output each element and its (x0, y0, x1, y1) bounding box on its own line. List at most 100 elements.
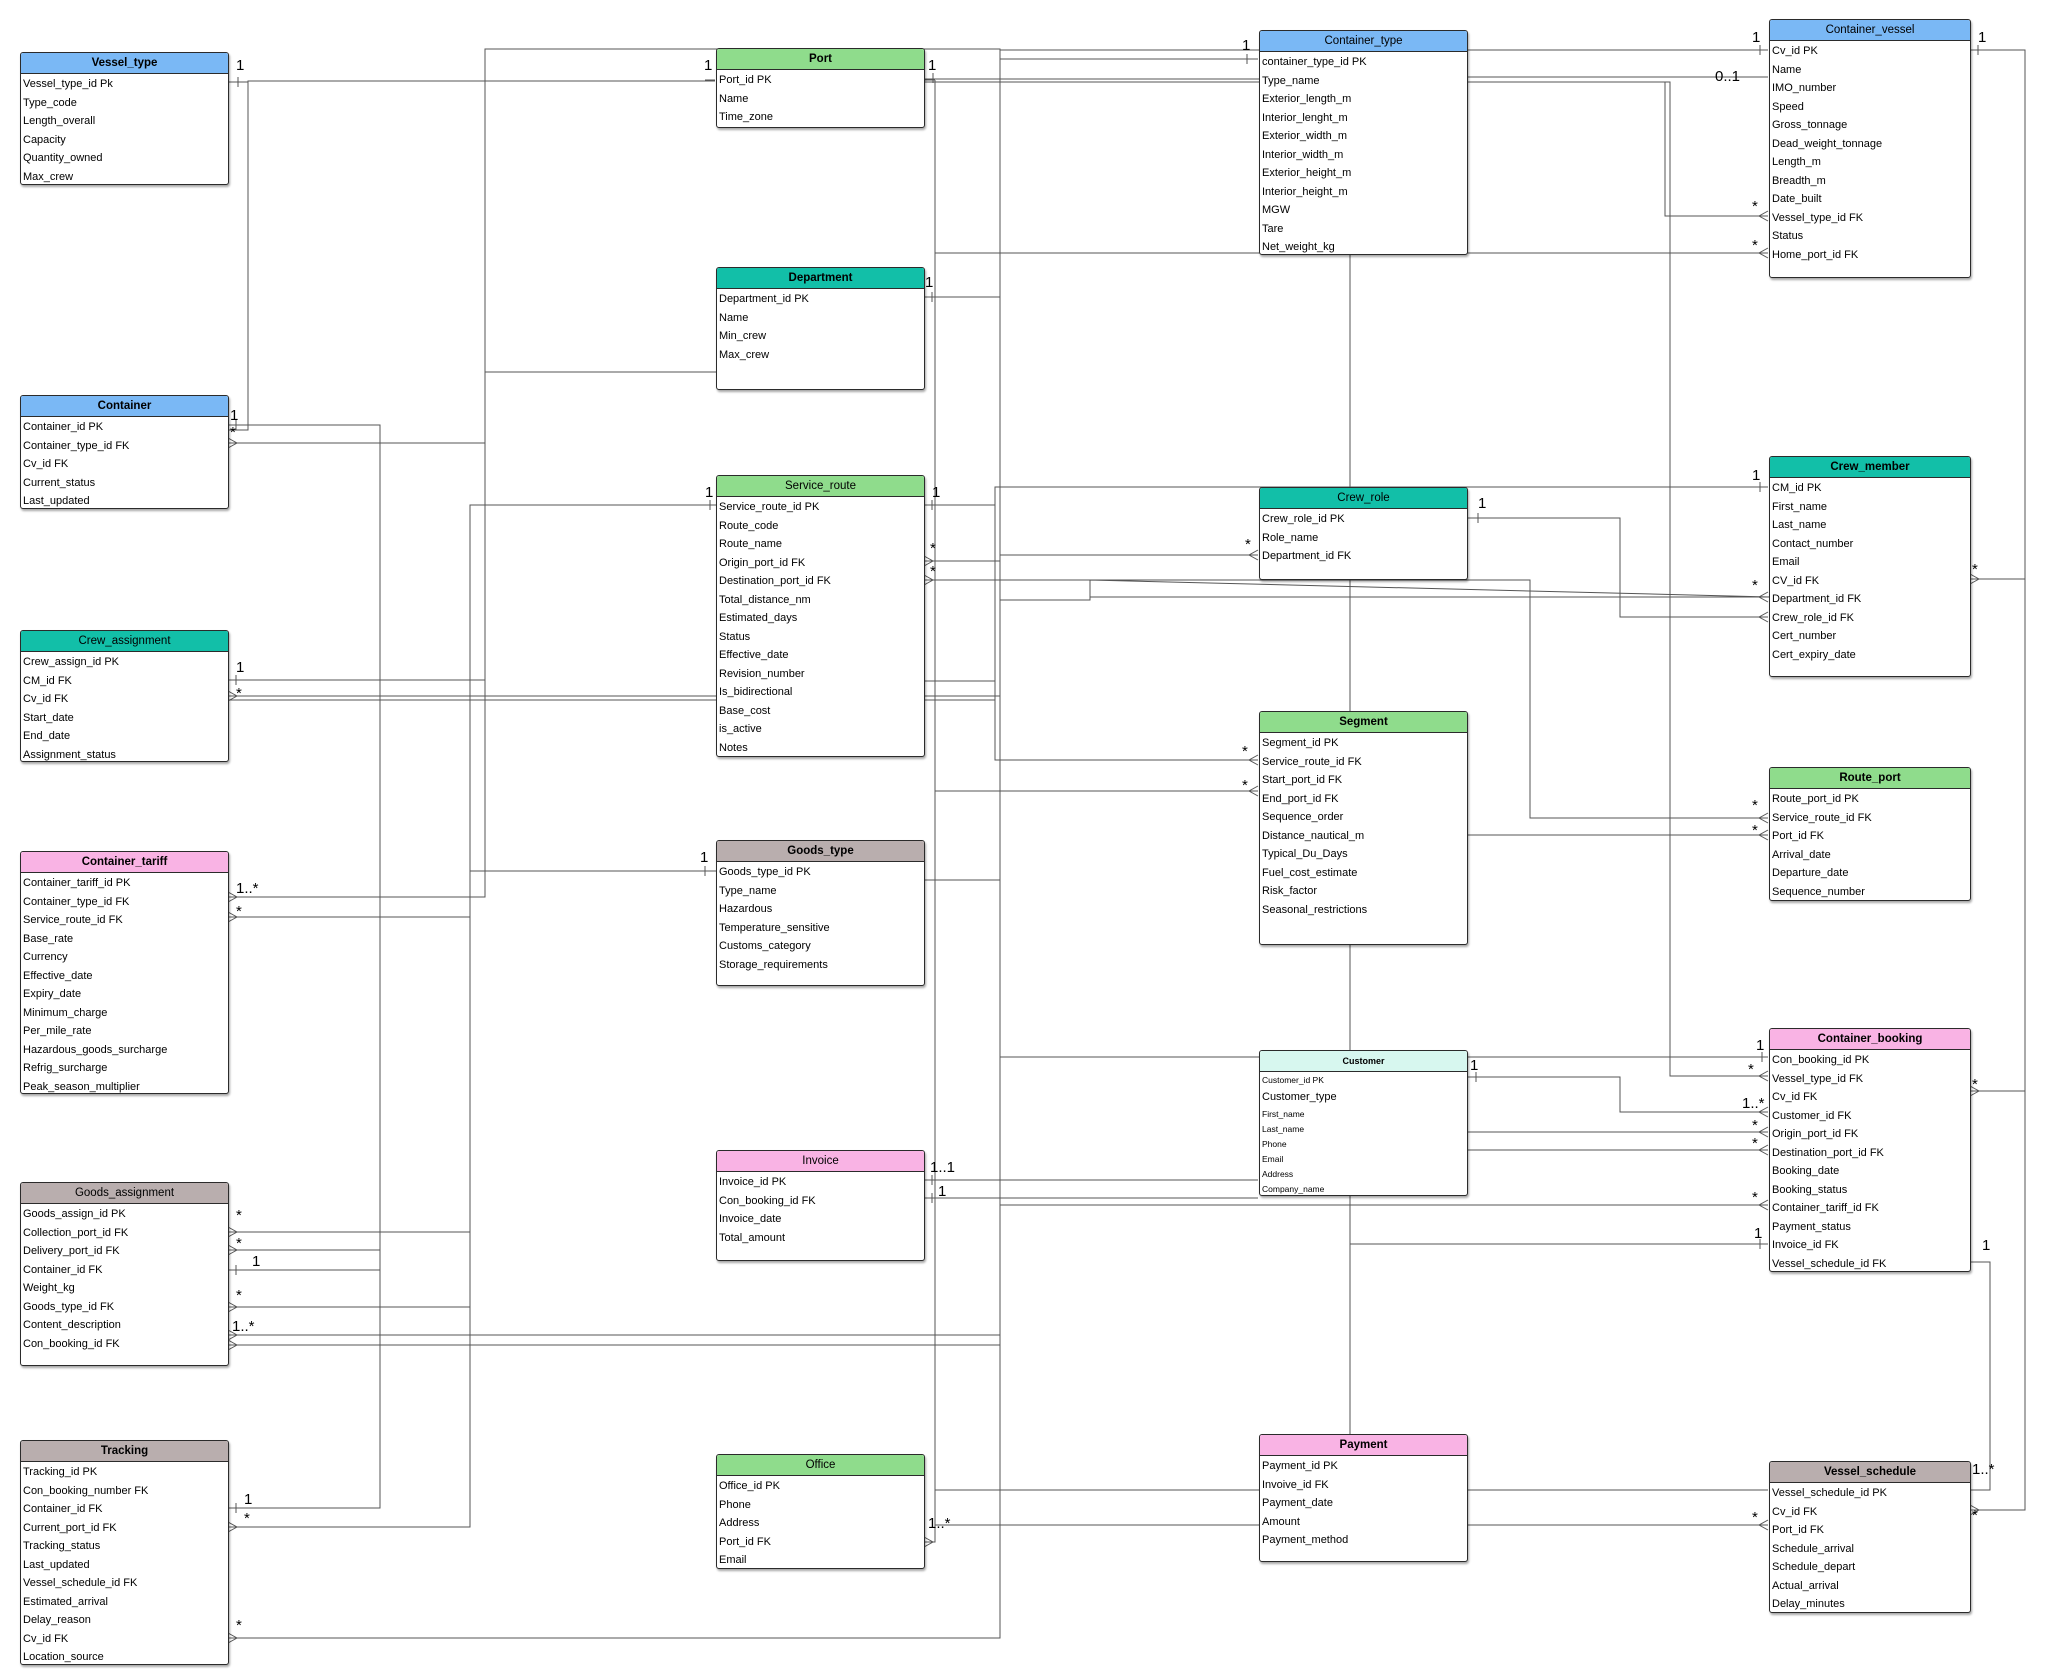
cardinality-label: 1..* (236, 880, 259, 897)
entity-title: Container_type (1260, 31, 1467, 52)
relationship-line (228, 486, 1768, 701)
entity-crew-assignment[interactable]: Crew_assignment Crew_assign_id PK CM_id FK… (20, 630, 229, 762)
entity-field: Cv_id FK (1772, 1505, 1818, 1518)
entity-field: Exterior_width_m (1262, 130, 1347, 142)
entity-vessel-type[interactable]: Vessel_type Vessel_type_id Pk Type_code Len… (20, 52, 229, 185)
entity-invoice[interactable]: Invoice Invoice_id PK Con_booking_id FK Inv… (716, 1150, 925, 1261)
entity-field: Current_port_id FK (23, 1521, 117, 1534)
entity-field: Type_name (1262, 74, 1320, 87)
entity-field: Invoice_id FK (1772, 1239, 1839, 1251)
entity-field: Crew_role_id PK (1262, 513, 1345, 525)
entity-field: First_name (1262, 1108, 1305, 1119)
entity-field: Tracking_status (23, 1540, 101, 1552)
entity-title: Tracking (21, 1441, 228, 1462)
entity-field: Net_weight_kg (1262, 241, 1335, 253)
entity-title: Container_tariff (21, 852, 228, 873)
cardinality-label: * (1752, 1135, 1758, 1152)
entity-segment[interactable]: Segment Segment_id PK Service_route_id FK S… (1259, 711, 1468, 945)
cardinality-label: 1 (938, 1183, 946, 1200)
entity-container-vessel[interactable]: Container_vessel Cv_id PK Name IMO_number Sp… (1769, 19, 1971, 278)
entity-field: Max_crew (719, 348, 770, 361)
entity-field: Currency (23, 951, 68, 963)
entity-field: Name (719, 311, 749, 324)
entity-title: Invoice (717, 1151, 924, 1172)
entity-container-booking[interactable]: Container_booking Con_booking_id PK Vessel… (1769, 1028, 1971, 1272)
entity-field: Length_m (1772, 156, 1821, 168)
entity-field: Fuel_cost_estimate (1262, 866, 1358, 879)
entity-field: Origin_port_id FK (719, 556, 806, 569)
entity-field: Date_built (1772, 193, 1822, 205)
entity-title: Container_booking (1770, 1029, 1970, 1050)
entity-field: Crew_assign_id PK (23, 656, 119, 668)
entity-field: Collection_port_id FK (23, 1226, 129, 1239)
entity-field: Arrival_date (1772, 848, 1831, 861)
entity-field: Length_overall (23, 115, 96, 127)
entity-field: Temperature_sensitive (719, 921, 830, 934)
relationship-line (228, 880, 471, 1308)
relationship-line (1466, 517, 1768, 618)
entity-tracking[interactable]: Tracking Tracking_id PK Con_booking_number… (20, 1440, 229, 1665)
cardinality-label: 1 (932, 484, 940, 501)
entity-field: Last_updated (23, 1558, 90, 1571)
cardinality-label: * (1752, 1117, 1758, 1134)
entity-title: Crew_member (1770, 457, 1970, 478)
entity-customer[interactable]: Customer Customer_id PK Customer_type First… (1259, 1050, 1468, 1196)
entity-port[interactable]: Port Port_id PK Name Time_zone (716, 48, 925, 128)
entity-crew-member[interactable]: Crew_member CM_id PK First_name Last_name Co… (1769, 456, 1971, 677)
entity-field: Total_amount (719, 1231, 786, 1244)
relationship-line (1970, 579, 2026, 1092)
entity-field: Service_route_id FK (1772, 811, 1872, 824)
entity-field: Breadth_m (1772, 174, 1826, 187)
entity-field: Phone (1262, 1138, 1287, 1149)
entity-field: Name (719, 92, 749, 105)
entity-goods-type[interactable]: Goods_type Goods_type_id PK Type_name Hazar… (716, 840, 925, 986)
relationship-line (228, 80, 715, 83)
entity-crew-role[interactable]: Crew_role Crew_role_id PK Role_name Departm… (1259, 487, 1468, 580)
cardinality-label: * (244, 1510, 250, 1527)
entity-container-type[interactable]: Container_type container_type_id PK Type_n… (1259, 30, 1468, 255)
entity-vessel-schedule[interactable]: Vessel_schedule Vessel_schedule_id PK Cv_i… (1769, 1461, 1971, 1613)
cardinality-label: * (930, 540, 936, 557)
entity-department[interactable]: Department Department_id PK Name Min_crew Ma… (716, 267, 925, 390)
entity-route-port[interactable]: Route_port Route_port_id PK Service_route_… (1769, 767, 1971, 901)
relationship-line (228, 1270, 381, 1509)
entity-field: Port_id FK (1772, 830, 1824, 842)
cardinality-label: * (1752, 577, 1758, 594)
cardinality-label: * (1748, 1061, 1754, 1078)
entity-container[interactable]: Container Container_id PK Container_type_i… (20, 395, 229, 509)
entity-field: Invoive_id FK (1262, 1478, 1329, 1491)
entity-field: Email (1262, 1153, 1284, 1164)
cardinality-label: * (1972, 1076, 1978, 1093)
entity-field: Cert_expiry_date (1772, 648, 1856, 661)
cardinality-label: * (1245, 536, 1251, 553)
entity-field: Estimated_arrival (23, 1595, 108, 1608)
cardinality-label: * (1972, 561, 1978, 578)
entity-field: Amount (1262, 1515, 1300, 1528)
cardinality-label: * (1752, 797, 1758, 814)
entity-field: Type_code (23, 96, 77, 109)
relationship-line (228, 424, 381, 1271)
cardinality-label: 1 (230, 407, 238, 424)
entity-field: Vessel_type_id FK (1772, 1072, 1864, 1085)
cardinality-label: * (1752, 1189, 1758, 1206)
entity-service-route[interactable]: Service_route Service_route_id PK Route_co… (716, 475, 925, 757)
entity-field: Typical_Du_Days (1262, 848, 1348, 860)
entity-field: Con_booking_id FK (23, 1337, 120, 1350)
entity-goods-assignment[interactable]: Goods_assignment Goods_assign_id PK Collec… (20, 1182, 229, 1366)
entity-field: Delay_minutes (1772, 1598, 1845, 1610)
entity-field: Container_id PK (23, 421, 104, 433)
entity-field: Payment_date (1262, 1497, 1333, 1509)
entity-title: Crew_role (1260, 488, 1467, 509)
entity-container-tariff[interactable]: Container_tariff Container_tariff_id PK Co… (20, 851, 229, 1094)
relationship-line (924, 504, 1258, 761)
entity-payment[interactable]: Payment Payment_id PK Invoive_id FK Payment… (1259, 1434, 1468, 1562)
entity-field: Interior_lenght_m (1262, 111, 1348, 124)
entity-title: Vessel_schedule (1770, 1462, 1970, 1483)
entity-field: Time_zone (719, 111, 774, 123)
entity-field: Schedule_depart (1772, 1561, 1856, 1573)
entity-office[interactable]: Office Office_id PK Phone Address Port_id FK… (716, 1454, 925, 1569)
entity-field: Effective_date (719, 649, 789, 661)
cardinality-label: * (236, 1287, 242, 1304)
cardinality-label: 1..* (1742, 1095, 1765, 1112)
cardinality-label: * (1752, 198, 1758, 215)
